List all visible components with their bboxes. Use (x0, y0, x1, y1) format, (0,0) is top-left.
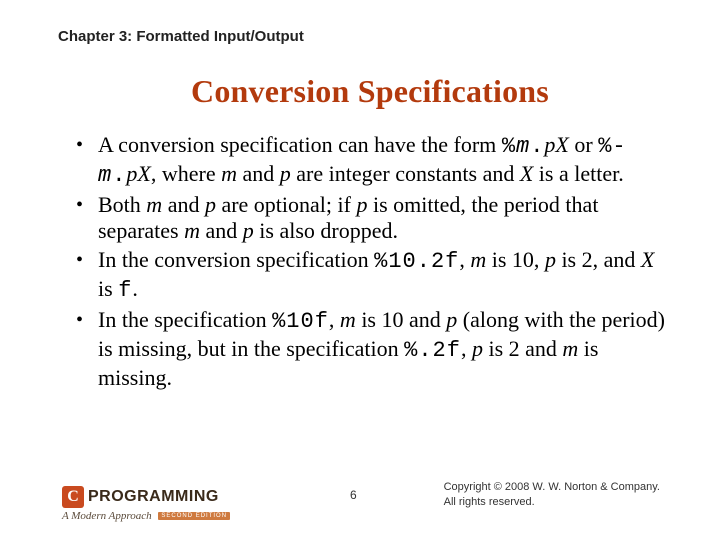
copyright-line-2: All rights reserved. (444, 495, 660, 510)
code: % (502, 134, 516, 159)
text: is 10, (486, 247, 545, 272)
text: Both (98, 192, 146, 217)
list-item: A conversion specification can have the … (76, 132, 672, 190)
italic: p (243, 218, 254, 243)
italic: X (520, 161, 533, 186)
code: %.2f (404, 338, 461, 363)
text: , (329, 307, 340, 332)
italic: p (446, 307, 457, 332)
italic: m (470, 247, 486, 272)
italic: p (545, 247, 556, 272)
text: . (132, 276, 138, 301)
code: %10.2f (374, 249, 459, 274)
italic: m (340, 307, 356, 332)
text: is 10 and (356, 307, 446, 332)
list-item: In the specification %10f, m is 10 and p… (76, 307, 672, 391)
text: is also dropped. (254, 218, 398, 243)
book-logo: C PROGRAMMING A Modern Approach SECOND E… (62, 486, 230, 522)
logo-edition-badge: SECOND EDITION (158, 512, 230, 520)
text: In the conversion specification (98, 247, 374, 272)
text: are optional; if (216, 192, 357, 217)
text: and (200, 218, 243, 243)
italic: p (205, 192, 216, 217)
logo-c-icon: C (62, 486, 84, 508)
italic: m (562, 336, 578, 361)
italic: p (280, 161, 291, 186)
slide-title: Conversion Specifications (68, 73, 672, 110)
italic: p (472, 336, 483, 361)
text: are integer constants and (291, 161, 520, 186)
bullet-list: A conversion specification can have the … (68, 132, 672, 391)
text: , (461, 336, 472, 361)
code: %- (598, 134, 626, 159)
slide: Chapter 3: Formatted Input/Output Conver… (0, 0, 720, 540)
text: and (237, 161, 280, 186)
text: or (569, 132, 598, 157)
text: In the specification (98, 307, 272, 332)
list-item: In the conversion specification %10.2f, … (76, 247, 672, 305)
text: is (98, 276, 118, 301)
code-italic: m (98, 163, 112, 188)
italic: pX (126, 161, 150, 186)
italic: m (146, 192, 162, 217)
logo-word: PROGRAMMING (88, 488, 219, 506)
code: . (530, 134, 544, 159)
code: . (112, 163, 126, 188)
italic: m (184, 218, 200, 243)
text: , (459, 247, 470, 272)
text: is a letter. (533, 161, 623, 186)
logo-sub-text: A Modern Approach (62, 510, 152, 522)
logo-top: C PROGRAMMING (62, 486, 230, 508)
text: is 2, and (556, 247, 641, 272)
italic: pX (544, 132, 568, 157)
text: A conversion specification can have the … (98, 132, 502, 157)
footer: C PROGRAMMING A Modern Approach SECOND E… (0, 466, 720, 522)
code: %10f (272, 309, 329, 334)
chapter-label: Chapter 3: Formatted Input/Output (58, 28, 672, 45)
copyright-line-1: Copyright © 2008 W. W. Norton & Company. (444, 480, 660, 495)
text: is 2 and (483, 336, 562, 361)
italic: X (641, 247, 654, 272)
logo-subtitle: A Modern Approach SECOND EDITION (62, 510, 230, 522)
copyright: Copyright © 2008 W. W. Norton & Company.… (444, 480, 660, 510)
page-number: 6 (350, 488, 357, 502)
italic: p (356, 192, 367, 217)
code-italic: m (516, 134, 530, 159)
text: and (162, 192, 205, 217)
list-item: Both m and p are optional; if p is omitt… (76, 192, 672, 246)
italic: m (221, 161, 237, 186)
text: , where (151, 161, 221, 186)
code: f (118, 278, 132, 303)
